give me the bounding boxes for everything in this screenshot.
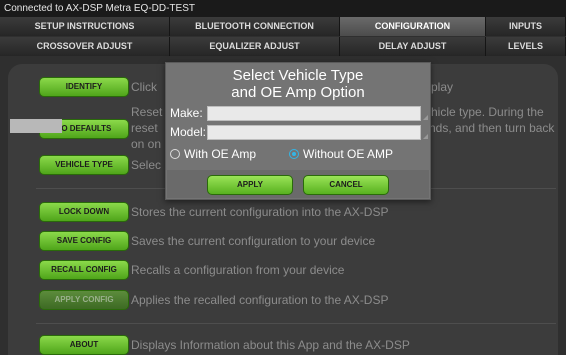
tab-crossover-adjust[interactable]: CROSSOVER ADJUST <box>0 37 170 56</box>
tab-configuration[interactable]: CONFIGURATION <box>340 17 486 36</box>
identify-description-tail: play <box>431 80 454 94</box>
save-config-description: Saves the current configuration to your … <box>131 234 376 248</box>
tab-bluetooth-connection[interactable]: BLUETOOTH CONNECTION <box>170 17 340 36</box>
defaults-description-line1-tail: hicle type. During the <box>431 105 544 119</box>
with-oe-amp-label[interactable]: With OE Amp <box>184 147 256 161</box>
with-oe-amp-radio[interactable] <box>170 149 180 159</box>
dialog-title-line2: and OE Amp Option <box>231 84 365 101</box>
model-label: Model: <box>170 125 207 139</box>
tab-row-top: SETUP INSTRUCTIONS BLUETOOTH CONNECTION … <box>0 17 566 36</box>
apply-config-description: Applies the recalled configuration to th… <box>131 293 389 307</box>
model-select[interactable] <box>207 125 428 140</box>
recall-config-button[interactable]: RECALL CONFIG <box>39 260 129 280</box>
cancel-button[interactable]: CANCEL <box>303 175 389 195</box>
defaults-description-line2-tail: nds, and then turn back <box>429 121 555 135</box>
without-oe-amp-radio[interactable] <box>289 149 299 159</box>
vehicle-type-description: Selec <box>131 158 162 172</box>
without-oe-amp-label[interactable]: Without OE AMP <box>303 147 393 161</box>
dialog-title-line1: Select Vehicle Type <box>232 67 364 84</box>
tab-row-bottom: CROSSOVER ADJUST EQUALIZER ADJUST DELAY … <box>0 37 566 56</box>
dropdown-caret-icon <box>423 115 428 120</box>
vehicle-type-dialog: Select Vehicle Type and OE Amp Option Ma… <box>165 62 431 200</box>
radio-selected-dot-icon <box>292 152 296 156</box>
tab-equalizer-adjust[interactable]: EQUALIZER ADJUST <box>170 37 340 56</box>
lock-down-description: Stores the current configuration into th… <box>131 205 389 219</box>
defaults-description-line3: on on <box>131 137 162 151</box>
drag-ghost-overlay <box>10 119 62 133</box>
divider <box>36 323 556 324</box>
vehicle-type-button[interactable]: VEHICLE TYPE <box>39 155 129 175</box>
tab-delay-adjust[interactable]: DELAY ADJUST <box>340 37 486 56</box>
identify-button[interactable]: IDENTIFY <box>39 77 129 97</box>
identify-description: Click <box>131 80 157 94</box>
status-bar: Connected to AX-DSP Metra EQ-DD-TEST <box>0 0 566 17</box>
apply-config-button[interactable]: APPLY CONFIG <box>39 290 129 310</box>
tab-inputs[interactable]: INPUTS <box>486 17 566 36</box>
save-config-button[interactable]: SAVE CONFIG <box>39 231 129 251</box>
about-description: Displays Information about this App and … <box>131 338 410 352</box>
recall-config-description: Recalls a configuration from your device <box>131 263 345 277</box>
dropdown-caret-icon <box>423 134 428 139</box>
make-select[interactable] <box>207 106 428 121</box>
apply-button[interactable]: APPLY <box>207 175 293 195</box>
make-label: Make: <box>170 106 203 120</box>
defaults-description-line2: reset <box>131 121 158 135</box>
about-button[interactable]: ABOUT <box>39 335 129 355</box>
tab-setup-instructions[interactable]: SETUP INSTRUCTIONS <box>0 17 170 36</box>
tab-levels[interactable]: LEVELS <box>486 37 566 56</box>
lock-down-button[interactable]: LOCK DOWN <box>39 202 129 222</box>
dialog-button-bar: APPLY CANCEL <box>167 170 429 198</box>
defaults-description-line1: Reset <box>131 105 163 119</box>
